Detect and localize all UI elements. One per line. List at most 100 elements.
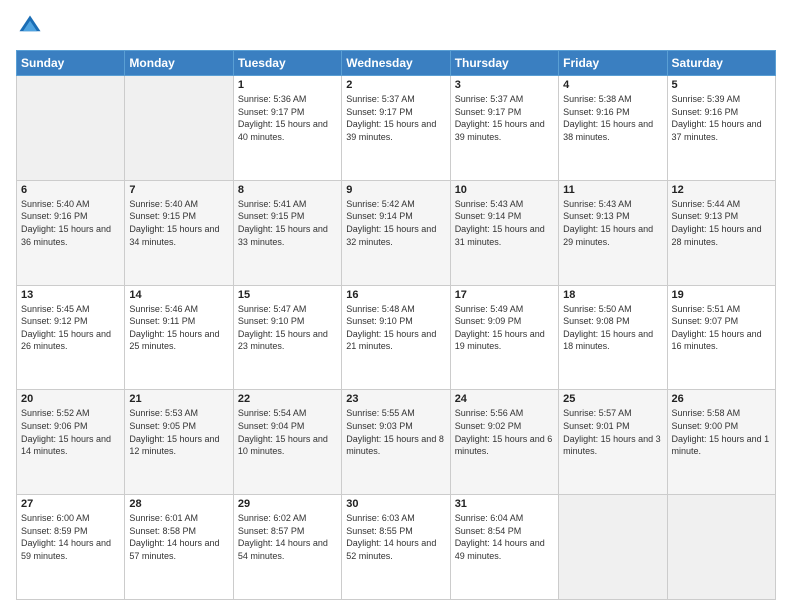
calendar-cell: 28Sunrise: 6:01 AMSunset: 8:58 PMDayligh… — [125, 495, 233, 600]
calendar-cell: 14 Sunrise: 5:46 AMSunset: 9:11 PMDayligh… — [125, 285, 233, 390]
calendar-cell: 5 Sunrise: 5:39 AMSunset: 9:16 PMDaylight… — [667, 76, 775, 181]
calendar-cell: 30 Sunrise: 6:03 AMSunset: 8:55 PMDayligh… — [342, 495, 450, 600]
day-info: Sunrise: 5:47 AMSunset: 9:10 PMDaylight:… — [238, 303, 337, 353]
calendar-cell: 15 Sunrise: 5:47 AMSunset: 9:10 PMDayligh… — [233, 285, 341, 390]
calendar-cell: 8 Sunrise: 5:41 AMSunset: 9:15 PMDaylight… — [233, 180, 341, 285]
calendar-cell: 11 Sunrise: 5:43 AMSunset: 9:13 PMDayligh… — [559, 180, 667, 285]
day-number: 15 — [238, 289, 337, 301]
day-number: 24 — [455, 393, 554, 405]
day-info: Sunrise: 5:43 AMSunset: 9:13 PMDaylight:… — [563, 198, 662, 248]
day-number: 14 — [129, 289, 228, 301]
day-number: 4 — [563, 79, 662, 91]
day-number: 22 — [238, 393, 337, 405]
weekday-header: Sunday — [17, 51, 125, 76]
day-info: Sunrise: 5:39 AMSunset: 9:16 PMDaylight:… — [672, 93, 771, 143]
day-number: 16 — [346, 289, 445, 301]
day-info: Sunrise: 5:55 AMSunset: 9:03 PMDaylight:… — [346, 407, 445, 457]
calendar-cell: 24Sunrise: 5:56 AMSunset: 9:02 PMDayligh… — [450, 390, 558, 495]
day-info: Sunrise: 5:50 AMSunset: 9:08 PMDaylight:… — [563, 303, 662, 353]
day-number: 26 — [672, 393, 771, 405]
day-number: 11 — [563, 184, 662, 196]
day-number: 25 — [563, 393, 662, 405]
day-info: Sunrise: 6:01 AMSunset: 8:58 PMDaylight:… — [129, 512, 228, 562]
calendar-cell — [125, 76, 233, 181]
calendar-cell — [17, 76, 125, 181]
logo-icon — [16, 12, 44, 40]
calendar-week-row: 13Sunrise: 5:45 AMSunset: 9:12 PMDayligh… — [17, 285, 776, 390]
day-info: Sunrise: 5:38 AMSunset: 9:16 PMDaylight:… — [563, 93, 662, 143]
calendar-cell: 29 Sunrise: 6:02 AMSunset: 8:57 PMDayligh… — [233, 495, 341, 600]
day-number: 8 — [238, 184, 337, 196]
calendar-cell — [559, 495, 667, 600]
calendar-table: SundayMondayTuesdayWednesdayThursdayFrid… — [16, 50, 776, 600]
calendar-cell: 16Sunrise: 5:48 AMSunset: 9:10 PMDayligh… — [342, 285, 450, 390]
day-info: Sunrise: 5:41 AMSunset: 9:15 PMDaylight:… — [238, 198, 337, 248]
calendar-week-row: 27Sunrise: 6:00 AMSunset: 8:59 PMDayligh… — [17, 495, 776, 600]
day-info: Sunrise: 5:57 AMSunset: 9:01 PMDaylight:… — [563, 407, 662, 457]
calendar-cell: 4 Sunrise: 5:38 AMSunset: 9:16 PMDaylight… — [559, 76, 667, 181]
weekday-header: Monday — [125, 51, 233, 76]
calendar-cell — [667, 495, 775, 600]
day-number: 18 — [563, 289, 662, 301]
calendar-header-row: SundayMondayTuesdayWednesdayThursdayFrid… — [17, 51, 776, 76]
day-number: 19 — [672, 289, 771, 301]
calendar-cell: 20 Sunrise: 5:52 AMSunset: 9:06 PMDayligh… — [17, 390, 125, 495]
day-info: Sunrise: 5:49 AMSunset: 9:09 PMDaylight:… — [455, 303, 554, 353]
day-info: Sunrise: 5:37 AMSunset: 9:17 PMDaylight:… — [346, 93, 445, 143]
calendar-cell: 18 Sunrise: 5:50 AMSunset: 9:08 PMDayligh… — [559, 285, 667, 390]
day-info: Sunrise: 5:46 AMSunset: 9:11 PMDaylight:… — [129, 303, 228, 353]
day-number: 27 — [21, 498, 120, 510]
day-number: 13 — [21, 289, 120, 301]
header — [16, 12, 776, 40]
day-info: Sunrise: 6:03 AMSunset: 8:55 PMDaylight:… — [346, 512, 445, 562]
calendar-cell: 21 Sunrise: 5:53 AMSunset: 9:05 PMDayligh… — [125, 390, 233, 495]
weekday-header: Saturday — [667, 51, 775, 76]
day-info: Sunrise: 5:54 AMSunset: 9:04 PMDaylight:… — [238, 407, 337, 457]
day-info: Sunrise: 5:36 AMSunset: 9:17 PMDaylight:… — [238, 93, 337, 143]
calendar-cell: 6 Sunrise: 5:40 AMSunset: 9:16 PMDaylight… — [17, 180, 125, 285]
day-info: Sunrise: 5:58 AMSunset: 9:00 PMDaylight:… — [672, 407, 771, 457]
calendar-cell: 26 Sunrise: 5:58 AMSunset: 9:00 PMDayligh… — [667, 390, 775, 495]
calendar-cell: 25 Sunrise: 5:57 AMSunset: 9:01 PMDayligh… — [559, 390, 667, 495]
day-info: Sunrise: 5:37 AMSunset: 9:17 PMDaylight:… — [455, 93, 554, 143]
calendar-cell: 3 Sunrise: 5:37 AMSunset: 9:17 PMDaylight… — [450, 76, 558, 181]
calendar-week-row: 6 Sunrise: 5:40 AMSunset: 9:16 PMDaylight… — [17, 180, 776, 285]
day-number: 3 — [455, 79, 554, 91]
day-info: Sunrise: 5:52 AMSunset: 9:06 PMDaylight:… — [21, 407, 120, 457]
calendar-cell: 22 Sunrise: 5:54 AMSunset: 9:04 PMDayligh… — [233, 390, 341, 495]
calendar-cell: 27Sunrise: 6:00 AMSunset: 8:59 PMDayligh… — [17, 495, 125, 600]
day-info: Sunrise: 5:43 AMSunset: 9:14 PMDaylight:… — [455, 198, 554, 248]
calendar-page: SundayMondayTuesdayWednesdayThursdayFrid… — [0, 0, 792, 612]
day-number: 29 — [238, 498, 337, 510]
calendar-week-row: 1 Sunrise: 5:36 AMSunset: 9:17 PMDaylight… — [17, 76, 776, 181]
day-info: Sunrise: 5:51 AMSunset: 9:07 PMDaylight:… — [672, 303, 771, 353]
day-number: 10 — [455, 184, 554, 196]
day-number: 5 — [672, 79, 771, 91]
day-number: 12 — [672, 184, 771, 196]
calendar-cell: 19 Sunrise: 5:51 AMSunset: 9:07 PMDayligh… — [667, 285, 775, 390]
calendar-cell: 17Sunrise: 5:49 AMSunset: 9:09 PMDayligh… — [450, 285, 558, 390]
day-number: 6 — [21, 184, 120, 196]
day-number: 30 — [346, 498, 445, 510]
weekday-header: Friday — [559, 51, 667, 76]
weekday-header: Tuesday — [233, 51, 341, 76]
day-number: 9 — [346, 184, 445, 196]
logo — [16, 12, 48, 40]
weekday-header: Wednesday — [342, 51, 450, 76]
calendar-cell: 2Sunrise: 5:37 AMSunset: 9:17 PMDaylight… — [342, 76, 450, 181]
weekday-header: Thursday — [450, 51, 558, 76]
day-info: Sunrise: 5:40 AMSunset: 9:16 PMDaylight:… — [21, 198, 120, 248]
day-info: Sunrise: 6:04 AMSunset: 8:54 PMDaylight:… — [455, 512, 554, 562]
calendar-cell: 10 Sunrise: 5:43 AMSunset: 9:14 PMDayligh… — [450, 180, 558, 285]
day-number: 1 — [238, 79, 337, 91]
day-info: Sunrise: 5:53 AMSunset: 9:05 PMDaylight:… — [129, 407, 228, 457]
day-number: 21 — [129, 393, 228, 405]
day-info: Sunrise: 6:02 AMSunset: 8:57 PMDaylight:… — [238, 512, 337, 562]
calendar-cell: 7Sunrise: 5:40 AMSunset: 9:15 PMDaylight… — [125, 180, 233, 285]
calendar-cell: 23 Sunrise: 5:55 AMSunset: 9:03 PMDayligh… — [342, 390, 450, 495]
calendar-cell: 12Sunrise: 5:44 AMSunset: 9:13 PMDayligh… — [667, 180, 775, 285]
calendar-cell: 31Sunrise: 6:04 AMSunset: 8:54 PMDayligh… — [450, 495, 558, 600]
day-number: 20 — [21, 393, 120, 405]
day-number: 23 — [346, 393, 445, 405]
calendar-cell: 9Sunrise: 5:42 AMSunset: 9:14 PMDaylight… — [342, 180, 450, 285]
